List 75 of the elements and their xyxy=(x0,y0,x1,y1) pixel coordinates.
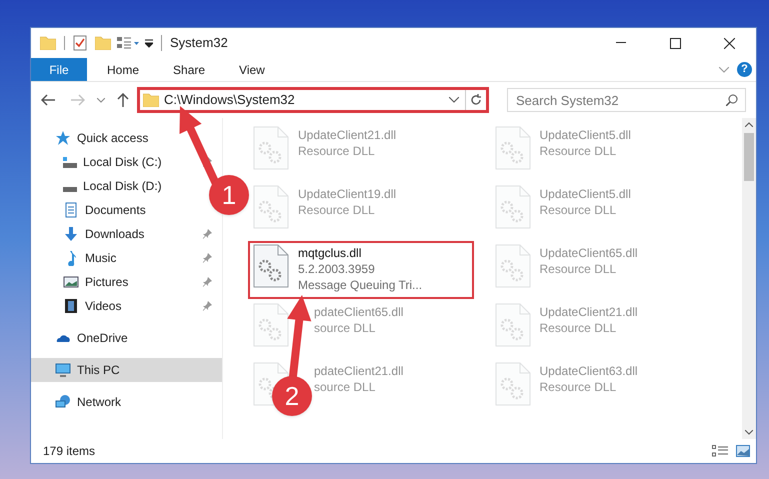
dll-file-icon xyxy=(253,303,289,347)
nav-item[interactable]: OneDrive xyxy=(31,326,222,350)
window-title: System32 xyxy=(170,34,228,52)
help-button[interactable]: ? xyxy=(737,62,752,77)
back-arrow-icon[interactable] xyxy=(41,94,55,106)
search-field[interactable]: Search System32 xyxy=(507,88,746,112)
file-detail: Resource DLL xyxy=(298,143,375,159)
dll-file-icon xyxy=(253,185,289,229)
dll-file-icon xyxy=(494,126,530,170)
pin-icon[interactable] xyxy=(202,301,212,311)
star-icon xyxy=(55,130,71,146)
dll-file-icon xyxy=(494,362,530,406)
nav-item[interactable]: Music xyxy=(63,248,116,268)
dll-file-icon xyxy=(494,185,530,229)
maximize-icon xyxy=(670,38,680,48)
details-view-icon[interactable] xyxy=(712,445,728,457)
scrollbar-thumb[interactable] xyxy=(744,133,754,181)
address-field[interactable]: C:\Windows\System32 xyxy=(137,87,489,113)
file-detail: Resource DLL xyxy=(540,143,616,159)
file-detail: Resource DLL xyxy=(540,320,616,336)
chevron-down-icon[interactable] xyxy=(97,98,105,102)
ribbon-tab[interactable]: View xyxy=(225,58,279,81)
file-detail: Message Queuing Tri... xyxy=(298,277,422,293)
film-icon xyxy=(63,298,79,314)
document-icon xyxy=(63,202,79,218)
view-options-icon[interactable] xyxy=(117,36,139,50)
dll-file-icon xyxy=(253,126,289,170)
monitor-icon xyxy=(55,362,71,378)
chevron-down-icon[interactable] xyxy=(449,97,459,103)
new-folder-icon xyxy=(95,36,111,50)
nav-item[interactable]: Pictures xyxy=(63,272,128,292)
pin-icon[interactable] xyxy=(202,229,212,239)
file-detail: Resource DLL xyxy=(540,379,616,395)
large-icons-view-icon[interactable] xyxy=(736,445,750,457)
file-detail: Resource DLL xyxy=(540,261,616,277)
refresh-icon[interactable] xyxy=(470,94,482,106)
file-detail: Resource DLL xyxy=(540,202,616,218)
close-icon xyxy=(724,38,734,48)
dll-file-icon xyxy=(494,303,530,347)
item-count: 179 items xyxy=(43,443,96,460)
nav-item[interactable]: Network xyxy=(31,390,222,414)
dll-file-icon xyxy=(253,244,289,288)
minimize-icon xyxy=(616,42,626,44)
folder-icon xyxy=(143,93,159,107)
nav-item[interactable]: Local Disk (D:) xyxy=(63,176,162,196)
nav-item[interactable]: Quick access xyxy=(31,126,222,150)
drive-icon xyxy=(63,186,77,192)
file-detail: source DLL xyxy=(314,320,376,336)
chevron-up-icon[interactable] xyxy=(745,122,753,127)
search-icon xyxy=(726,94,738,106)
customize-toolbar-icon[interactable] xyxy=(145,38,153,48)
file-menu-tab[interactable]: File xyxy=(31,58,87,81)
network-icon xyxy=(55,394,71,410)
pin-icon[interactable] xyxy=(202,253,212,263)
file-name[interactable]: mqtgclus.dll xyxy=(298,245,362,261)
dll-file-icon xyxy=(494,244,530,288)
folder-icon xyxy=(40,36,56,50)
file-detail: 5.2.2003.3959 xyxy=(298,261,375,277)
file-detail: source DLL xyxy=(314,379,376,395)
scrollbar[interactable] xyxy=(742,118,756,439)
file-detail: Resource DLL xyxy=(298,202,375,218)
pin-icon[interactable] xyxy=(202,277,212,287)
nav-item[interactable]: Documents xyxy=(63,200,146,220)
nav-item[interactable]: Local Disk (C:) xyxy=(63,152,162,172)
chevron-down-icon[interactable] xyxy=(745,430,753,435)
ribbon-tab[interactable]: Share xyxy=(159,58,220,81)
drive-icon xyxy=(63,156,77,168)
nav-item[interactable]: Downloads xyxy=(63,224,144,244)
nav-item[interactable]: Videos xyxy=(63,296,122,316)
ribbon-tab[interactable]: Home xyxy=(93,58,154,81)
down-arrow-icon xyxy=(63,226,79,242)
up-arrow-icon[interactable] xyxy=(117,93,129,107)
nav-item[interactable]: This PC xyxy=(31,358,222,382)
properties-icon[interactable] xyxy=(73,35,87,51)
image-icon xyxy=(63,274,79,290)
